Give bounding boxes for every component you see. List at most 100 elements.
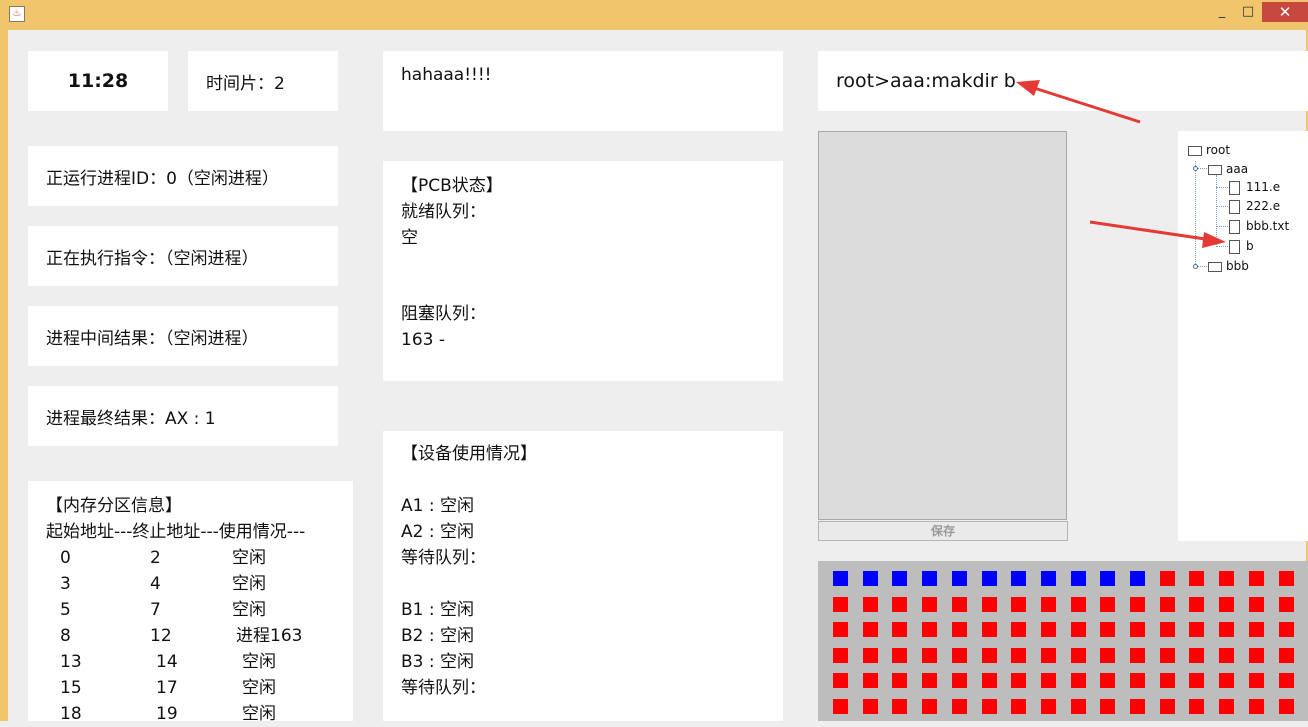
file-tree[interactable]: root aaa 111.e 222.e bbb.txt b bbb — [1178, 131, 1308, 541]
disk-block — [1100, 647, 1116, 663]
memory-row: 0 2 空闲 — [60, 548, 266, 568]
java-app-icon: ♨ — [9, 6, 25, 22]
time-slice-label: 时间片：2 — [188, 51, 338, 111]
tree-node-file[interactable]: b — [1229, 239, 1254, 254]
disk-block — [1278, 647, 1294, 663]
disk-block — [1130, 571, 1145, 586]
running-process-label: 正运行进程ID：0（空闲进程） — [28, 146, 338, 206]
disk-block — [862, 571, 878, 586]
folder-icon — [1188, 145, 1202, 156]
disk-block — [1278, 673, 1294, 689]
disk-block — [1011, 673, 1027, 689]
tree-connector — [1216, 187, 1228, 188]
disk-block — [892, 596, 908, 612]
file-content-editor[interactable] — [818, 131, 1067, 520]
tree-node-file[interactable]: 222.e — [1229, 199, 1280, 214]
folder-icon — [1208, 261, 1222, 272]
device-b-wait-queue: 等待队列： — [401, 678, 486, 698]
tree-connector — [1216, 175, 1217, 247]
disk-block — [1219, 699, 1235, 714]
disk-block — [1100, 571, 1116, 586]
disk-block — [1040, 596, 1056, 612]
disk-block — [1219, 673, 1235, 689]
tree-node-bbb[interactable]: bbb — [1208, 259, 1249, 273]
pcb-status-panel: 【PCB状态】 就绪队列： 空 阻塞队列： 163 - — [383, 161, 783, 381]
disk-block — [1130, 699, 1145, 714]
memory-title: 【内存分区信息】 — [46, 496, 182, 516]
tree-expand-toggle-icon[interactable] — [1193, 166, 1198, 171]
disk-block — [1040, 673, 1056, 689]
disk-block — [1011, 699, 1027, 714]
pcb-title: 【PCB状态】 — [401, 176, 503, 196]
disk-block — [951, 699, 967, 714]
disk-block — [1070, 699, 1086, 714]
disk-block — [833, 647, 848, 663]
disk-block — [1248, 622, 1264, 638]
disk-block — [981, 673, 997, 689]
disk-block — [1070, 622, 1086, 638]
disk-block — [1159, 622, 1175, 638]
disk-block — [1040, 647, 1056, 663]
disk-block — [833, 571, 848, 586]
tree-node-root[interactable]: root — [1188, 143, 1230, 157]
disk-block — [862, 622, 878, 638]
memory-row: 3 4 空闲 — [60, 574, 266, 594]
disk-block — [892, 699, 908, 714]
disk-block — [1100, 673, 1116, 689]
disk-block — [1100, 596, 1116, 612]
disk-block — [1159, 699, 1175, 714]
tree-collapse-toggle-icon[interactable] — [1193, 264, 1198, 269]
disk-block — [981, 571, 997, 586]
file-icon — [1229, 219, 1240, 234]
disk-block — [833, 622, 848, 638]
memory-row: 13 14 空闲 — [60, 652, 276, 672]
clock-display: 11:28 — [28, 51, 168, 111]
disk-block — [922, 571, 938, 586]
disk-block — [951, 673, 967, 689]
disk-block — [1011, 571, 1027, 586]
disk-block — [862, 699, 878, 714]
tree-node-file[interactable]: 111.e — [1229, 180, 1280, 195]
disk-block — [1070, 647, 1086, 663]
disk-block — [1070, 673, 1086, 689]
disk-block — [1189, 673, 1205, 689]
disk-block — [1159, 571, 1175, 586]
device-title: 【设备使用情况】 — [401, 444, 537, 464]
command-input[interactable]: root>aaa:makdir b — [818, 51, 1308, 111]
disk-block — [1040, 699, 1056, 714]
tree-connector — [1216, 246, 1228, 247]
device-a2: A2 : 空闲 — [401, 522, 474, 542]
executing-instruction-label: 正在执行指令：（空闲进程） — [28, 226, 338, 286]
disk-block — [951, 647, 967, 663]
disk-block — [1011, 622, 1027, 638]
disk-block — [892, 571, 908, 586]
tree-node-file[interactable]: bbb.txt — [1229, 219, 1289, 234]
blocked-queue-label: 阻塞队列： — [401, 304, 486, 324]
disk-block — [1189, 596, 1205, 612]
disk-block — [1130, 596, 1145, 612]
close-button[interactable]: ✕ — [1262, 2, 1308, 22]
device-b3: B3 : 空闲 — [401, 652, 475, 672]
disk-block — [1248, 571, 1264, 586]
disk-block — [1070, 571, 1086, 586]
minimize-button[interactable]: _ — [1212, 2, 1232, 22]
disk-block — [922, 622, 938, 638]
disk-block — [951, 596, 967, 612]
tree-node-aaa[interactable]: aaa — [1208, 162, 1248, 176]
file-icon — [1229, 199, 1240, 214]
maximize-button[interactable]: □ — [1238, 2, 1258, 22]
file-icon — [1229, 239, 1240, 254]
device-a-wait-queue: 等待队列： — [401, 548, 486, 568]
tree-connector — [1195, 161, 1196, 266]
folder-icon — [1208, 164, 1222, 175]
disk-block — [1189, 571, 1205, 586]
disk-block — [922, 647, 938, 663]
disk-block — [1219, 647, 1235, 663]
disk-block — [1100, 699, 1116, 714]
disk-block — [833, 596, 848, 612]
save-button[interactable]: 保存 — [818, 521, 1068, 541]
window-frame-left — [0, 30, 8, 721]
disk-block — [981, 622, 997, 638]
disk-block — [1248, 596, 1264, 612]
disk-block — [862, 596, 878, 612]
